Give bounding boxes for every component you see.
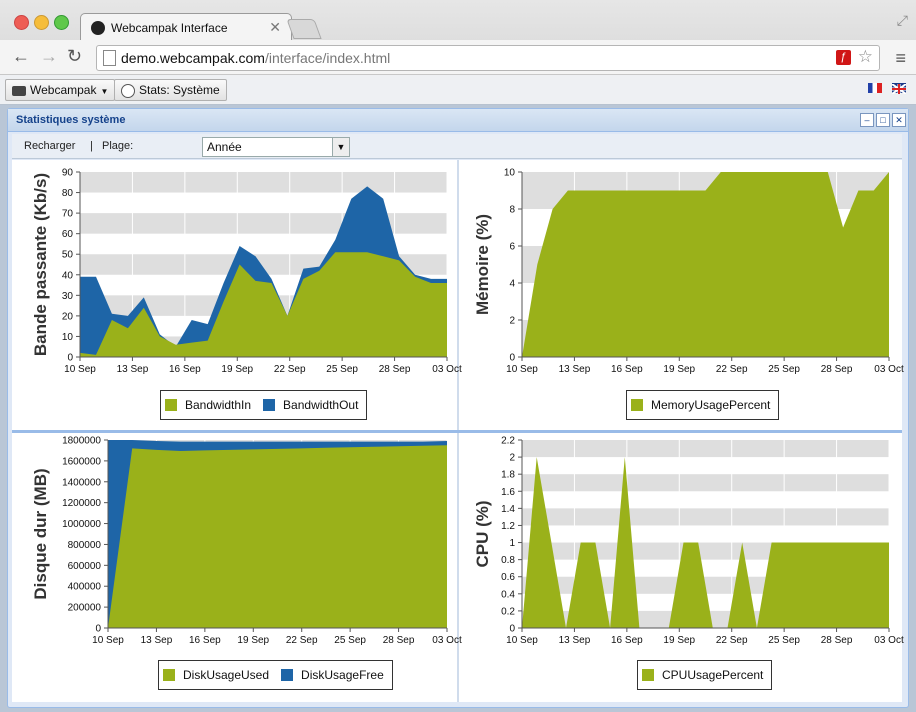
y-tick-label: 1.6 xyxy=(501,487,515,498)
x-tick-label: 19 Sep xyxy=(663,635,695,646)
legend-label: CPUUsagePercent xyxy=(662,668,764,682)
y-tick-label: 1.4 xyxy=(501,504,515,515)
x-tick-label: 25 Sep xyxy=(768,635,800,646)
y-tick-label: 1.8 xyxy=(501,470,515,481)
x-tick-label: 13 Sep xyxy=(559,635,591,646)
x-tick-label: 10 Sep xyxy=(506,635,538,646)
y-tick-label: 1 xyxy=(509,538,515,549)
chart-4-svg: 0 0.2 0.4 0.6 0.8 1 1.2 1.4 1.6 1.8 2 2.2 10 Sep 13 S… xyxy=(473,436,904,647)
chart-legend: CPUUsagePercent xyxy=(637,660,773,690)
y-tick-label: 0.6 xyxy=(501,572,515,583)
x-tick-label: 28 Sep xyxy=(821,635,853,646)
x-tick-label: 16 Sep xyxy=(611,635,643,646)
y-tick-label: 0 xyxy=(509,624,515,635)
y-tick-label: 0.4 xyxy=(501,589,515,600)
y-tick-label: 0.2 xyxy=(501,606,515,617)
legend-swatch xyxy=(642,669,654,681)
x-tick-label: 03 Oct xyxy=(874,635,904,646)
grid-band xyxy=(522,474,889,492)
y-axis-title: CPU (%) xyxy=(473,500,492,567)
y-tick-label: 0.8 xyxy=(501,555,515,566)
legend-item[interactable]: CPUUsagePercent xyxy=(642,668,763,682)
y-tick-label: 2.2 xyxy=(501,436,515,447)
x-tick-label: 22 Sep xyxy=(716,635,748,646)
grid-band xyxy=(522,440,889,458)
y-tick-label: 2 xyxy=(509,453,515,464)
y-tick-label: 1.2 xyxy=(501,521,515,532)
grid-band xyxy=(522,508,889,526)
